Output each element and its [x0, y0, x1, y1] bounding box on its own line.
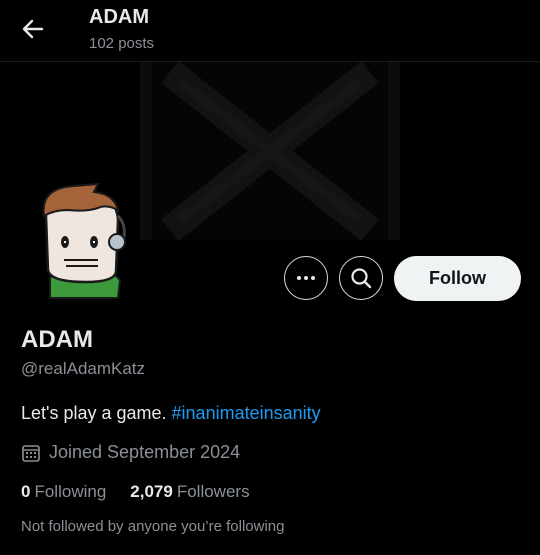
following-label: Following: [34, 482, 107, 501]
following-count: 0: [21, 482, 31, 501]
search-icon: [351, 268, 372, 289]
top-bar: ADAM 102 posts: [0, 0, 540, 62]
followers-count: 2,079: [130, 482, 173, 501]
back-arrow-icon[interactable]: [18, 14, 48, 44]
joined-text: Joined September 2024: [49, 442, 241, 462]
follow-button[interactable]: Follow: [394, 256, 521, 301]
banner-x-pattern: [140, 62, 400, 240]
bio-hashtag-link[interactable]: #inanimateinsanity: [172, 403, 321, 423]
profile-bio: Let's play a game. #inanimateinsanity: [21, 403, 321, 424]
more-icon: [297, 276, 315, 280]
follow-stats: 0 Following 2,079 Followers: [21, 482, 250, 502]
following-link[interactable]: 0 Following: [21, 482, 106, 502]
followers-link[interactable]: 2,079 Followers: [130, 482, 249, 502]
calendar-icon: [22, 444, 40, 462]
header-posts-count: 102 posts: [89, 35, 155, 52]
joined-date: Joined September 2024: [21, 442, 240, 463]
not-followed-note: Not followed by anyone you’re following: [21, 518, 285, 535]
profile-handle: @realAdamKatz: [21, 359, 146, 378]
profile-actions: Follow: [0, 256, 540, 302]
more-button[interactable]: [284, 256, 328, 300]
bio-text: Let's play a game.: [21, 403, 172, 423]
profile-display-name: ADAM: [21, 326, 93, 353]
search-button[interactable]: [339, 256, 383, 300]
header-title: ADAM: [89, 6, 149, 28]
followers-label: Followers: [176, 482, 250, 501]
